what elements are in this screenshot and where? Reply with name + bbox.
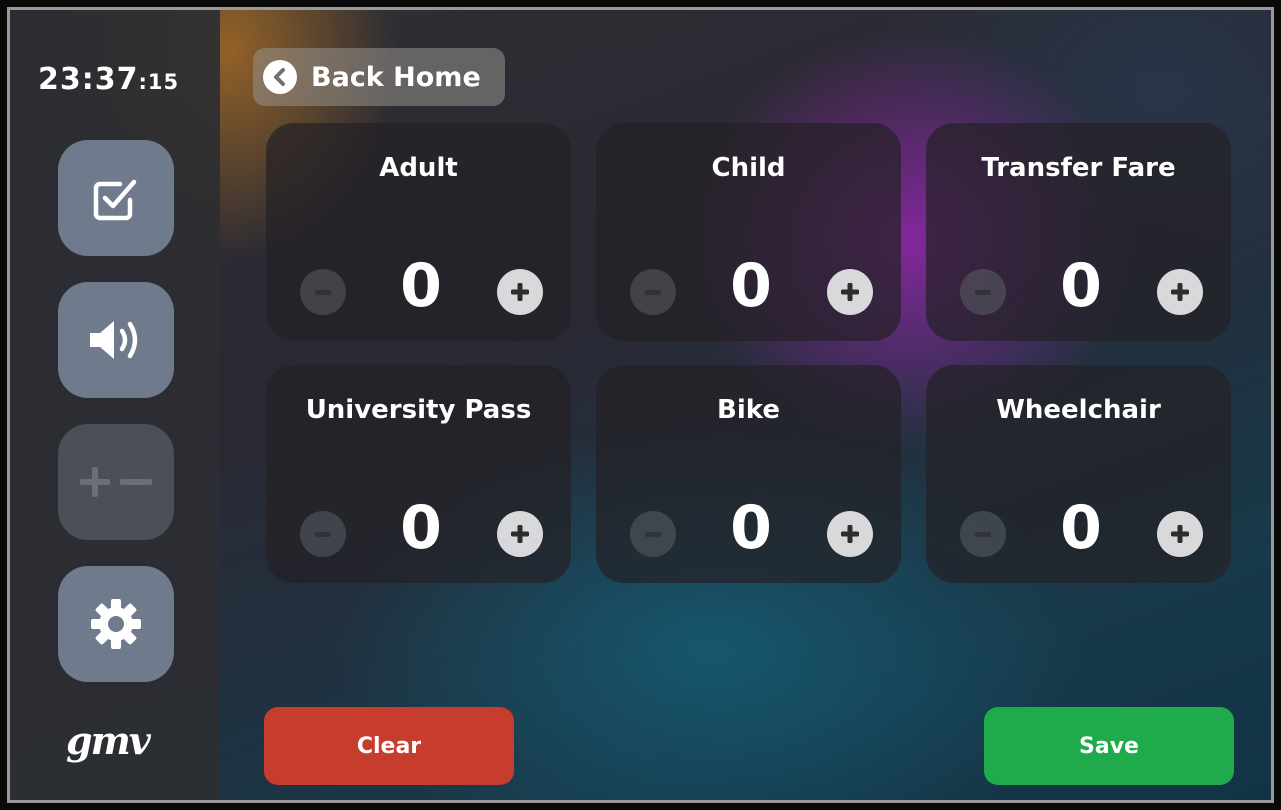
- minus-icon: [975, 531, 991, 537]
- plus-icon: [841, 525, 859, 543]
- fare-label: Child: [711, 153, 786, 183]
- minus-icon: [315, 531, 331, 537]
- fare-card-transfer-fare: Transfer Fare 0: [926, 123, 1231, 341]
- fare-count: 0: [1060, 493, 1102, 563]
- plus-icon: [511, 525, 529, 543]
- volume-button[interactable]: [58, 282, 174, 398]
- back-home-button[interactable]: Back Home: [253, 48, 505, 106]
- decrement-button[interactable]: [300, 269, 346, 315]
- fare-card-university-pass: University Pass 0: [266, 365, 571, 583]
- minus-icon: [645, 289, 661, 295]
- clock-seconds: :15: [138, 70, 180, 94]
- decrement-button[interactable]: [300, 511, 346, 557]
- plus-icon: [841, 283, 859, 301]
- fare-count: 0: [1060, 251, 1102, 321]
- plus-minus-icon: [80, 467, 152, 497]
- fare-card-adult: Adult 0: [266, 123, 571, 341]
- checklist-button[interactable]: [58, 140, 174, 256]
- decrement-button[interactable]: [630, 269, 676, 315]
- decrement-button[interactable]: [960, 269, 1006, 315]
- settings-button[interactable]: [58, 566, 174, 682]
- fare-label: University Pass: [305, 395, 532, 425]
- save-button[interactable]: Save: [984, 707, 1234, 785]
- gear-icon: [91, 599, 141, 649]
- clock: 23:37:15: [38, 62, 179, 97]
- back-home-label: Back Home: [311, 61, 481, 93]
- screen: 23:37:15 gmv Back Home Adult 0 Child 0 T…: [10, 10, 1271, 800]
- fare-card-wheelchair: Wheelchair 0: [926, 365, 1231, 583]
- increment-button[interactable]: [497, 511, 543, 557]
- decrement-button[interactable]: [630, 511, 676, 557]
- plus-icon: [1171, 283, 1189, 301]
- gmv-logo: gmv: [66, 718, 151, 763]
- chevron-left-icon: [263, 60, 297, 94]
- fare-count: 0: [400, 493, 442, 563]
- clock-time: 23:37: [38, 62, 139, 97]
- speaker-icon: [90, 321, 138, 359]
- minus-icon: [975, 289, 991, 295]
- fare-count: 0: [400, 251, 442, 321]
- adjust-button[interactable]: [58, 424, 174, 540]
- clear-button[interactable]: Clear: [264, 707, 514, 785]
- fare-label: Adult: [379, 153, 458, 183]
- fare-card-bike: Bike 0: [596, 365, 901, 583]
- fare-count: 0: [730, 493, 772, 563]
- minus-icon: [645, 531, 661, 537]
- fare-label: Transfer Fare: [981, 153, 1176, 183]
- sidebar: 23:37:15 gmv: [10, 10, 220, 800]
- fare-card-child: Child 0: [596, 123, 901, 341]
- checkbox-icon: [93, 179, 137, 221]
- decrement-button[interactable]: [960, 511, 1006, 557]
- increment-button[interactable]: [827, 511, 873, 557]
- minus-icon: [315, 289, 331, 295]
- increment-button[interactable]: [827, 269, 873, 315]
- fare-label: Wheelchair: [996, 395, 1161, 425]
- plus-icon: [1171, 525, 1189, 543]
- increment-button[interactable]: [1157, 511, 1203, 557]
- increment-button[interactable]: [1157, 269, 1203, 315]
- plus-icon: [511, 283, 529, 301]
- increment-button[interactable]: [497, 269, 543, 315]
- fare-label: Bike: [717, 395, 780, 425]
- fare-count: 0: [730, 251, 772, 321]
